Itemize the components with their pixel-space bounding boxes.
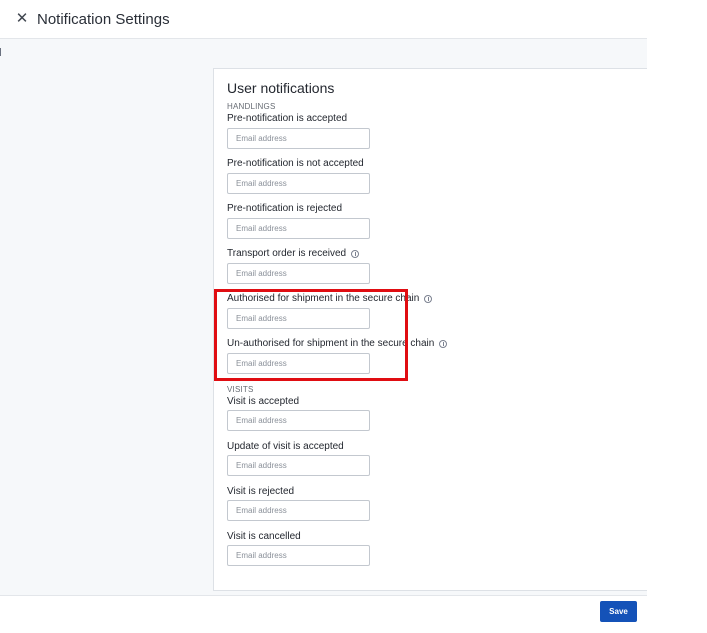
field-label-visit-accepted: Visit is accepted (227, 396, 300, 407)
card-title: User notifications (227, 80, 335, 96)
info-icon[interactable] (424, 294, 433, 303)
section-label-handlings: HANDLINGS (227, 102, 276, 111)
save-button[interactable]: Save (600, 601, 637, 622)
info-icon[interactable] (351, 249, 360, 258)
email-input-transport-order-received[interactable] (227, 263, 370, 284)
email-input-visit-cancelled[interactable] (227, 545, 370, 566)
field-label-prenotification-rejected: Pre-notification is rejected (227, 203, 343, 214)
field-label-prenotification-accepted: Pre-notification is accepted (227, 113, 348, 124)
email-input-visit-update-accepted[interactable] (227, 455, 370, 476)
email-input-visit-accepted[interactable] (227, 410, 370, 431)
field-label-visit-update-accepted: Update of visit is accepted (227, 441, 344, 452)
footer-divider (0, 595, 647, 596)
highlight-box (214, 289, 408, 381)
field-label-visit-rejected: Visit is rejected (227, 486, 295, 497)
section-label-visits: VISITS (227, 385, 254, 394)
email-input-prenotification-accepted[interactable] (227, 128, 370, 149)
email-input-prenotification-not-accepted[interactable] (227, 173, 370, 194)
field-label-transport-order-received: Transport order is received (227, 248, 360, 259)
info-icon[interactable] (439, 339, 448, 348)
email-input-visit-rejected[interactable] (227, 500, 370, 521)
email-input-prenotification-rejected[interactable] (227, 218, 370, 239)
dialog-header: ✕ Notification Settings (0, 0, 707, 38)
close-icon[interactable]: ✕ (14, 10, 30, 28)
field-label-prenotification-not-accepted: Pre-notification is not accepted (227, 158, 364, 169)
left-edge-marker (0, 48, 1, 56)
dialog-title: Notification Settings (37, 11, 170, 28)
field-label-visit-cancelled: Visit is cancelled (227, 531, 301, 542)
